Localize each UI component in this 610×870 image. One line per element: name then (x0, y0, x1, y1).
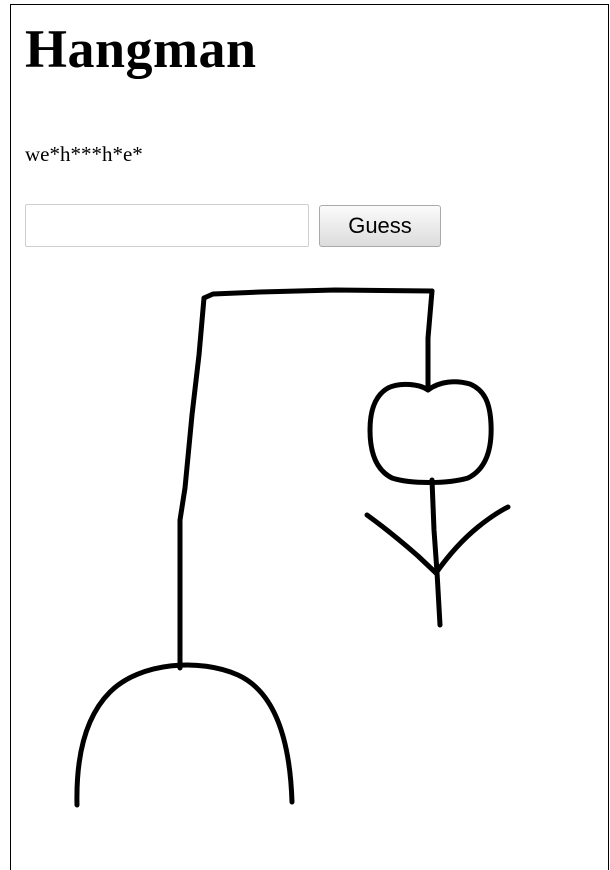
figure-left-arm (364, 512, 439, 576)
hangman-drawing (74, 287, 511, 808)
gallows-post (177, 295, 207, 671)
figure-body (429, 477, 443, 628)
gallows-mound (74, 662, 295, 808)
figure-right-arm (433, 504, 511, 576)
gallows-rope (425, 288, 435, 393)
figure-head (367, 379, 494, 485)
gallows-beam (201, 287, 435, 301)
